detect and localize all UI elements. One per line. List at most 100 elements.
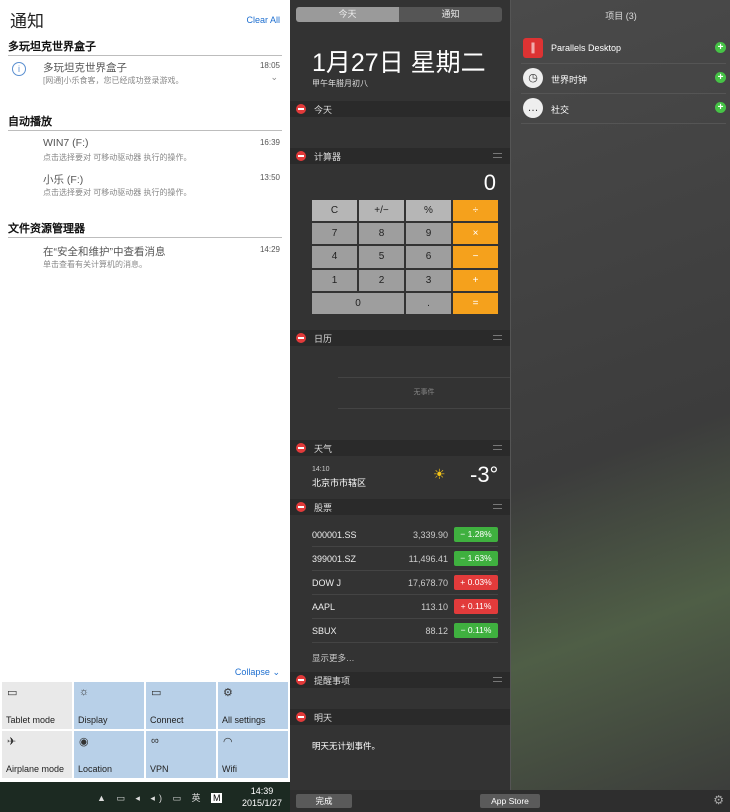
notification-title: 在“安全和维护”中查看消息	[43, 246, 166, 258]
calc-key[interactable]: =	[453, 292, 498, 314]
drag-handle-icon[interactable]	[493, 153, 502, 158]
notification-group: 文件资源管理器 在“安全和维护”中查看消息 单击查看有关计算机的消息。 14:2…	[8, 220, 282, 276]
stock-change[interactable]: − 1.63%	[454, 551, 498, 566]
stock-row[interactable]: SBUX 88.12 − 0.11%	[312, 619, 498, 643]
section-label: 明天	[314, 713, 333, 723]
widget-item[interactable]: ∥ Parallels Desktop +	[521, 34, 726, 64]
tab-notifications[interactable]: 通知	[399, 7, 502, 22]
drag-handle-icon[interactable]	[493, 335, 502, 340]
taskbar-clock[interactable]: 14:39 2015/1/27	[242, 785, 282, 809]
stock-row[interactable]: 000001.SS 3,339.90 − 1.28%	[312, 523, 498, 547]
gear-icon[interactable]: ⚙	[713, 793, 724, 807]
remove-widget-icon[interactable]	[296, 151, 306, 161]
sun-icon: ☀	[433, 466, 446, 482]
section-label: 计算器	[314, 152, 342, 162]
notification-item[interactable]: i 多玩坦克世界盒子 [网通]小乐食客，您已经成功登录游戏。 18:05 ⌄	[8, 56, 282, 92]
clear-all-link[interactable]: Clear All	[246, 15, 280, 25]
notification-item[interactable]: 小乐 (F:) 点击选择要对 可移动驱动器 执行的操作。 13:50	[8, 170, 282, 204]
location-tile[interactable]: ◉ Location	[74, 731, 144, 778]
widget-item[interactable]: … 社交 +	[521, 94, 726, 124]
collapse-link[interactable]: Collapse ⌄	[235, 667, 280, 678]
section-label: 股票	[314, 503, 333, 513]
drag-handle-icon[interactable]	[493, 504, 502, 509]
widget-item[interactable]: ◷ 世界时钟 +	[521, 64, 726, 94]
tablet-icon: ▭	[7, 687, 18, 699]
notification-time: 14:29	[259, 245, 280, 254]
stock-row[interactable]: DOW J 17,678.70 + 0.03%	[312, 571, 498, 595]
section-stocks: 股票	[290, 499, 510, 515]
stock-change[interactable]: − 1.28%	[454, 527, 498, 542]
taskbar: ▲ ▭ ◂ ◂) ▭ 英 M 14:39 2015/1/27	[0, 782, 290, 812]
stock-change[interactable]: + 0.03%	[454, 575, 498, 590]
notification-title: 多玩坦克世界盒子	[43, 62, 127, 74]
airplane-mode-tile[interactable]: ✈ Airplane mode	[2, 731, 72, 778]
stock-row[interactable]: 399001.SZ 11,496.41 − 1.63%	[312, 547, 498, 571]
add-icon[interactable]: +	[715, 72, 726, 83]
tile-label: Connect	[150, 715, 184, 725]
tile-label: All settings	[222, 715, 266, 725]
stock-symbol: 000001.SS	[312, 530, 357, 540]
connect-icon: ▭	[151, 687, 162, 699]
ime-indicator[interactable]: M	[210, 793, 223, 803]
tablet-mode-tile[interactable]: ▭ Tablet mode	[2, 682, 72, 729]
notification-title: 小乐 (F:)	[43, 174, 84, 186]
tile-label: Tablet mode	[6, 715, 56, 725]
remove-widget-icon[interactable]	[296, 333, 306, 343]
calc-key[interactable]: ×	[453, 223, 498, 245]
calc-key[interactable]: 7	[312, 223, 357, 245]
section-label: 天气	[314, 444, 333, 454]
calc-key[interactable]: 1	[312, 269, 357, 291]
remove-widget-icon[interactable]	[296, 104, 306, 114]
stock-change[interactable]: + 0.11%	[454, 599, 498, 614]
section-tomorrow: 明天	[290, 709, 510, 725]
remove-widget-icon[interactable]	[296, 712, 306, 722]
calc-key[interactable]: 0	[312, 292, 404, 314]
remove-widget-icon[interactable]	[296, 443, 306, 453]
calc-key[interactable]: +/−	[359, 200, 404, 222]
calc-key[interactable]: .	[406, 292, 451, 314]
calc-key[interactable]: −	[453, 246, 498, 268]
stock-price: 17,678.70	[407, 578, 448, 588]
calc-key[interactable]: 8	[359, 223, 404, 245]
bottom-bar: 完成 App Store ⚙	[290, 790, 730, 812]
calc-key[interactable]: %	[406, 200, 451, 222]
calc-key[interactable]: 9	[406, 223, 451, 245]
stock-symbol: SBUX	[312, 626, 337, 636]
done-button[interactable]: 完成	[296, 794, 352, 808]
add-icon[interactable]: +	[715, 42, 726, 53]
calc-key[interactable]: 4	[312, 246, 357, 268]
vpn-tile[interactable]: ∞ VPN	[146, 731, 216, 778]
stock-row[interactable]: AAPL 113.10 + 0.11%	[312, 595, 498, 619]
app-store-button[interactable]: App Store	[480, 794, 540, 808]
date-heading: 1月27日 星期二	[312, 49, 486, 77]
calc-key[interactable]: ÷	[453, 200, 498, 222]
notification-item[interactable]: 在“安全和维护”中查看消息 单击查看有关计算机的消息。 14:29	[8, 242, 282, 276]
calc-key[interactable]: 3	[406, 269, 451, 291]
all-settings-tile[interactable]: ⚙ All settings	[218, 682, 288, 729]
add-icon[interactable]: +	[715, 102, 726, 113]
remove-widget-icon[interactable]	[296, 675, 306, 685]
connect-tile[interactable]: ▭ Connect	[146, 682, 216, 729]
display-tile[interactable]: ☼ Display	[74, 682, 144, 729]
chevron-down-icon[interactable]: ⌄	[270, 72, 278, 83]
remove-widget-icon[interactable]	[296, 502, 306, 512]
system-tray[interactable]: ▲ ▭ ◂ ◂) ▭ 英 M	[97, 791, 223, 804]
notification-title: WIN7 (F:)	[43, 137, 89, 149]
calc-key[interactable]: 2	[359, 269, 404, 291]
show-more-link[interactable]: 显示更多…	[312, 652, 355, 664]
stock-price: 11,496.41	[408, 554, 448, 564]
drag-handle-icon[interactable]	[493, 677, 502, 682]
calc-key[interactable]: 6	[406, 246, 451, 268]
notification-group: 自动播放 WIN7 (F:) 点击选择要对 可移动驱动器 执行的操作。 16:3…	[8, 113, 282, 204]
items-panel-title: 项目 (3)	[605, 11, 637, 21]
calc-key[interactable]: 5	[359, 246, 404, 268]
language-indicator[interactable]: 英	[191, 793, 204, 803]
stock-change[interactable]: − 0.11%	[454, 623, 498, 638]
tab-today[interactable]: 今天	[296, 7, 399, 22]
calc-key[interactable]: C	[312, 200, 357, 222]
drag-handle-icon[interactable]	[493, 445, 502, 450]
wifi-tile[interactable]: ◠ Wifi	[218, 731, 288, 778]
tile-label: Wifi	[222, 764, 237, 774]
calc-key[interactable]: +	[453, 269, 498, 291]
notification-item[interactable]: WIN7 (F:) 点击选择要对 可移动驱动器 执行的操作。 16:39	[8, 135, 282, 169]
